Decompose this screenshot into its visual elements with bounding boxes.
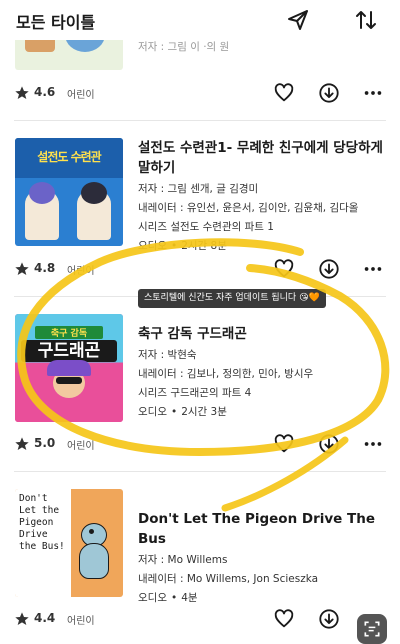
genre-label: 어린이	[67, 90, 95, 101]
star-icon	[15, 86, 29, 99]
rating-value: 4.8	[34, 261, 56, 275]
cover-title: 구드래곤	[21, 340, 117, 362]
narrator-line: 내레이터 : Mo Willems, Jon Scieszka	[138, 573, 319, 585]
book-title[interactable]: 축구 감독 구드래곤	[138, 324, 388, 344]
book-title[interactable]: Don't Let The Pigeon Drive The Bus	[138, 509, 388, 549]
sort-icon[interactable]	[354, 8, 378, 32]
item-actions: 4.8 어린이	[0, 256, 400, 284]
download-icon[interactable]	[318, 82, 340, 104]
cover-title: Don't Let the Pigeon Drive the Bus!	[19, 493, 65, 552]
scan-icon	[364, 621, 380, 637]
item-actions: 4.6 어린이	[0, 80, 400, 108]
tooltip: 스토리텔에 신간도 자주 업데이트 됩니다 😘🧡	[138, 289, 326, 308]
heart-icon[interactable]	[273, 82, 295, 104]
star-icon	[15, 262, 29, 275]
genre-label: 어린이	[67, 441, 95, 452]
rating-value: 4.6	[34, 85, 56, 99]
book-cover: Don't Let the Pigeon Drive the Bus!	[15, 489, 123, 597]
rating-value: 5.0	[34, 436, 56, 450]
book-title[interactable]: 설전도 수련관1- 무례한 친구에게 당당하게 말하기	[138, 138, 388, 178]
cover-subtitle: 축구 감독	[35, 326, 103, 339]
more-icon[interactable]	[362, 433, 384, 455]
rating-value: 4.4	[34, 611, 56, 625]
download-icon[interactable]	[318, 258, 340, 280]
heart-icon[interactable]	[273, 608, 295, 630]
series-line[interactable]: 시리즈 구드래곤의 파트 4	[138, 384, 388, 403]
author-line: 저자 : 박현숙	[138, 349, 197, 361]
more-icon[interactable]	[362, 82, 384, 104]
author-line: 저자 : 그림 이 ·의 원	[138, 41, 230, 53]
divider	[14, 471, 386, 472]
narrator-line: 내레이터 : 김보나, 정의한, 민아, 방시우	[138, 368, 314, 380]
item-actions: 4.4 어린이	[0, 606, 400, 634]
book-cover: 축구 감독 구드래곤	[15, 314, 123, 422]
cover-title: 설전도 수련관	[37, 150, 101, 164]
format-line: 오디오 • 2시간 8분	[138, 240, 227, 252]
page-title: 모든 타이틀	[16, 13, 96, 32]
more-icon[interactable]	[362, 258, 384, 280]
heart-icon[interactable]	[273, 433, 295, 455]
genre-label: 어린이	[67, 616, 95, 627]
genre-label: 어린이	[67, 266, 95, 277]
series-line[interactable]: 시리즈 설전도 수련관의 파트 1	[138, 218, 388, 237]
heart-icon[interactable]	[273, 258, 295, 280]
format-line: 오디오 • 2시간 3분	[138, 406, 227, 418]
narrator-line: 내레이터 : 유인선, 윤은서, 김이안, 김윤채, 김다올	[138, 202, 359, 214]
download-icon[interactable]	[318, 433, 340, 455]
send-icon[interactable]	[286, 8, 310, 32]
author-line: 저자 : 그림 센개, 글 김경미	[138, 183, 259, 195]
app-header: 모든 타이틀	[0, 0, 400, 40]
author-line: 저자 : Mo Willems	[138, 554, 228, 566]
book-cover: 설전도 수련관	[15, 138, 123, 246]
divider	[14, 120, 386, 121]
star-icon	[15, 612, 29, 625]
download-icon[interactable]	[318, 608, 340, 630]
item-actions: 5.0 어린이	[0, 431, 400, 459]
star-icon	[15, 437, 29, 450]
scan-button[interactable]	[357, 614, 387, 644]
